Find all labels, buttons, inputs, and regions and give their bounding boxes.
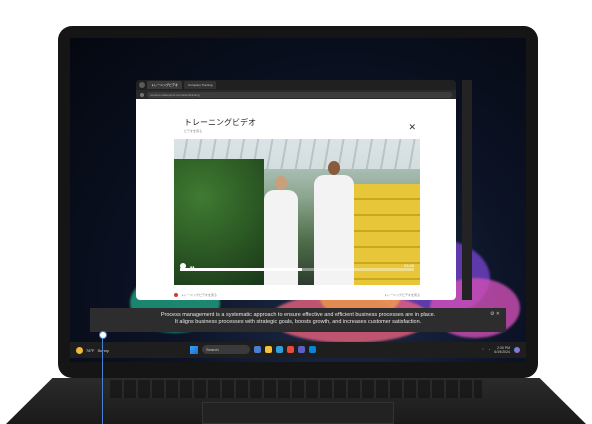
video-progress-fill bbox=[180, 268, 302, 271]
page-viewport: トレーニングビデオ ビデオを見る ✕ ▮▮ 03:45 bbox=[136, 99, 456, 300]
video-controls: ▮▮ 03:45 bbox=[174, 261, 420, 275]
tab-training-video[interactable]: トレーニングビデオ bbox=[147, 81, 183, 89]
office-icon[interactable] bbox=[287, 346, 294, 353]
video-modal: トレーニングビデオ ビデオを見る ✕ ▮▮ 03:45 bbox=[162, 109, 430, 300]
taskbar-center: Search bbox=[190, 345, 316, 354]
back-icon[interactable] bbox=[140, 92, 144, 97]
edge-icon[interactable] bbox=[276, 346, 283, 353]
video-progress-bar[interactable] bbox=[180, 268, 414, 271]
footer-left-text: トレーニングビデオを見る bbox=[181, 293, 218, 297]
callout-line bbox=[102, 334, 103, 424]
copilot-icon[interactable] bbox=[514, 347, 520, 353]
sun-icon bbox=[76, 346, 83, 354]
taskbar: 78°F Sunny Search ⌃ ◔ 2:30 PM 6/19/2024 bbox=[70, 342, 526, 358]
trackpad bbox=[202, 402, 394, 424]
browser-window: トレーニングビデオ Company Training contoso.share… bbox=[136, 80, 456, 300]
browser-sidebar bbox=[462, 80, 472, 300]
profile-icon[interactable] bbox=[139, 82, 145, 88]
modal-footer: トレーニングビデオを見る トレーニングビデオを見る bbox=[174, 291, 420, 299]
wifi-icon[interactable]: ◔ bbox=[488, 348, 490, 352]
record-icon bbox=[174, 293, 178, 297]
footer-right-text: トレーニングビデオを見る bbox=[383, 293, 420, 297]
modal-title: トレーニングビデオ bbox=[184, 118, 256, 127]
screen: トレーニングビデオ Company Training contoso.share… bbox=[70, 38, 526, 362]
file-explorer-icon[interactable] bbox=[265, 346, 272, 353]
weather-widget[interactable]: 78°F Sunny bbox=[76, 346, 109, 354]
weather-text: Sunny bbox=[97, 347, 109, 353]
system-tray: ⌃ ◔ 2:30 PM 6/19/2024 bbox=[481, 346, 520, 354]
clock-date: 6/19/2024 bbox=[494, 350, 510, 354]
clock[interactable]: 2:30 PM 6/19/2024 bbox=[494, 346, 510, 354]
tab-bar: トレーニングビデオ Company Training bbox=[136, 80, 456, 90]
weather-temp: 78°F bbox=[86, 347, 95, 353]
address-bar: contoso.sharepoint.com/sites/training bbox=[136, 90, 456, 99]
live-caption-bar: Process management is a systematic appro… bbox=[90, 308, 506, 332]
tab-company-training[interactable]: Company Training bbox=[184, 81, 217, 89]
close-icon[interactable]: ✕ bbox=[408, 123, 416, 132]
caption-line-2: It aligns business processes with strate… bbox=[174, 319, 422, 325]
url-field[interactable]: contoso.sharepoint.com/sites/training bbox=[147, 91, 452, 98]
video-player[interactable]: ▮▮ 03:45 bbox=[174, 139, 420, 285]
callout-dot bbox=[99, 331, 107, 339]
chevron-up-icon[interactable]: ⌃ bbox=[481, 348, 484, 352]
keyboard bbox=[110, 380, 482, 398]
caption-controls[interactable]: ⚙ ✕ bbox=[490, 311, 500, 318]
teams-icon[interactable] bbox=[298, 346, 305, 353]
outlook-icon[interactable] bbox=[309, 346, 316, 353]
task-view-icon[interactable] bbox=[254, 346, 261, 353]
caption-line-1: Process management is a systematic appro… bbox=[160, 312, 436, 318]
windows-start-icon[interactable] bbox=[190, 345, 198, 354]
modal-subtitle: ビデオを見る bbox=[184, 129, 203, 133]
taskbar-search[interactable]: Search bbox=[202, 345, 250, 354]
